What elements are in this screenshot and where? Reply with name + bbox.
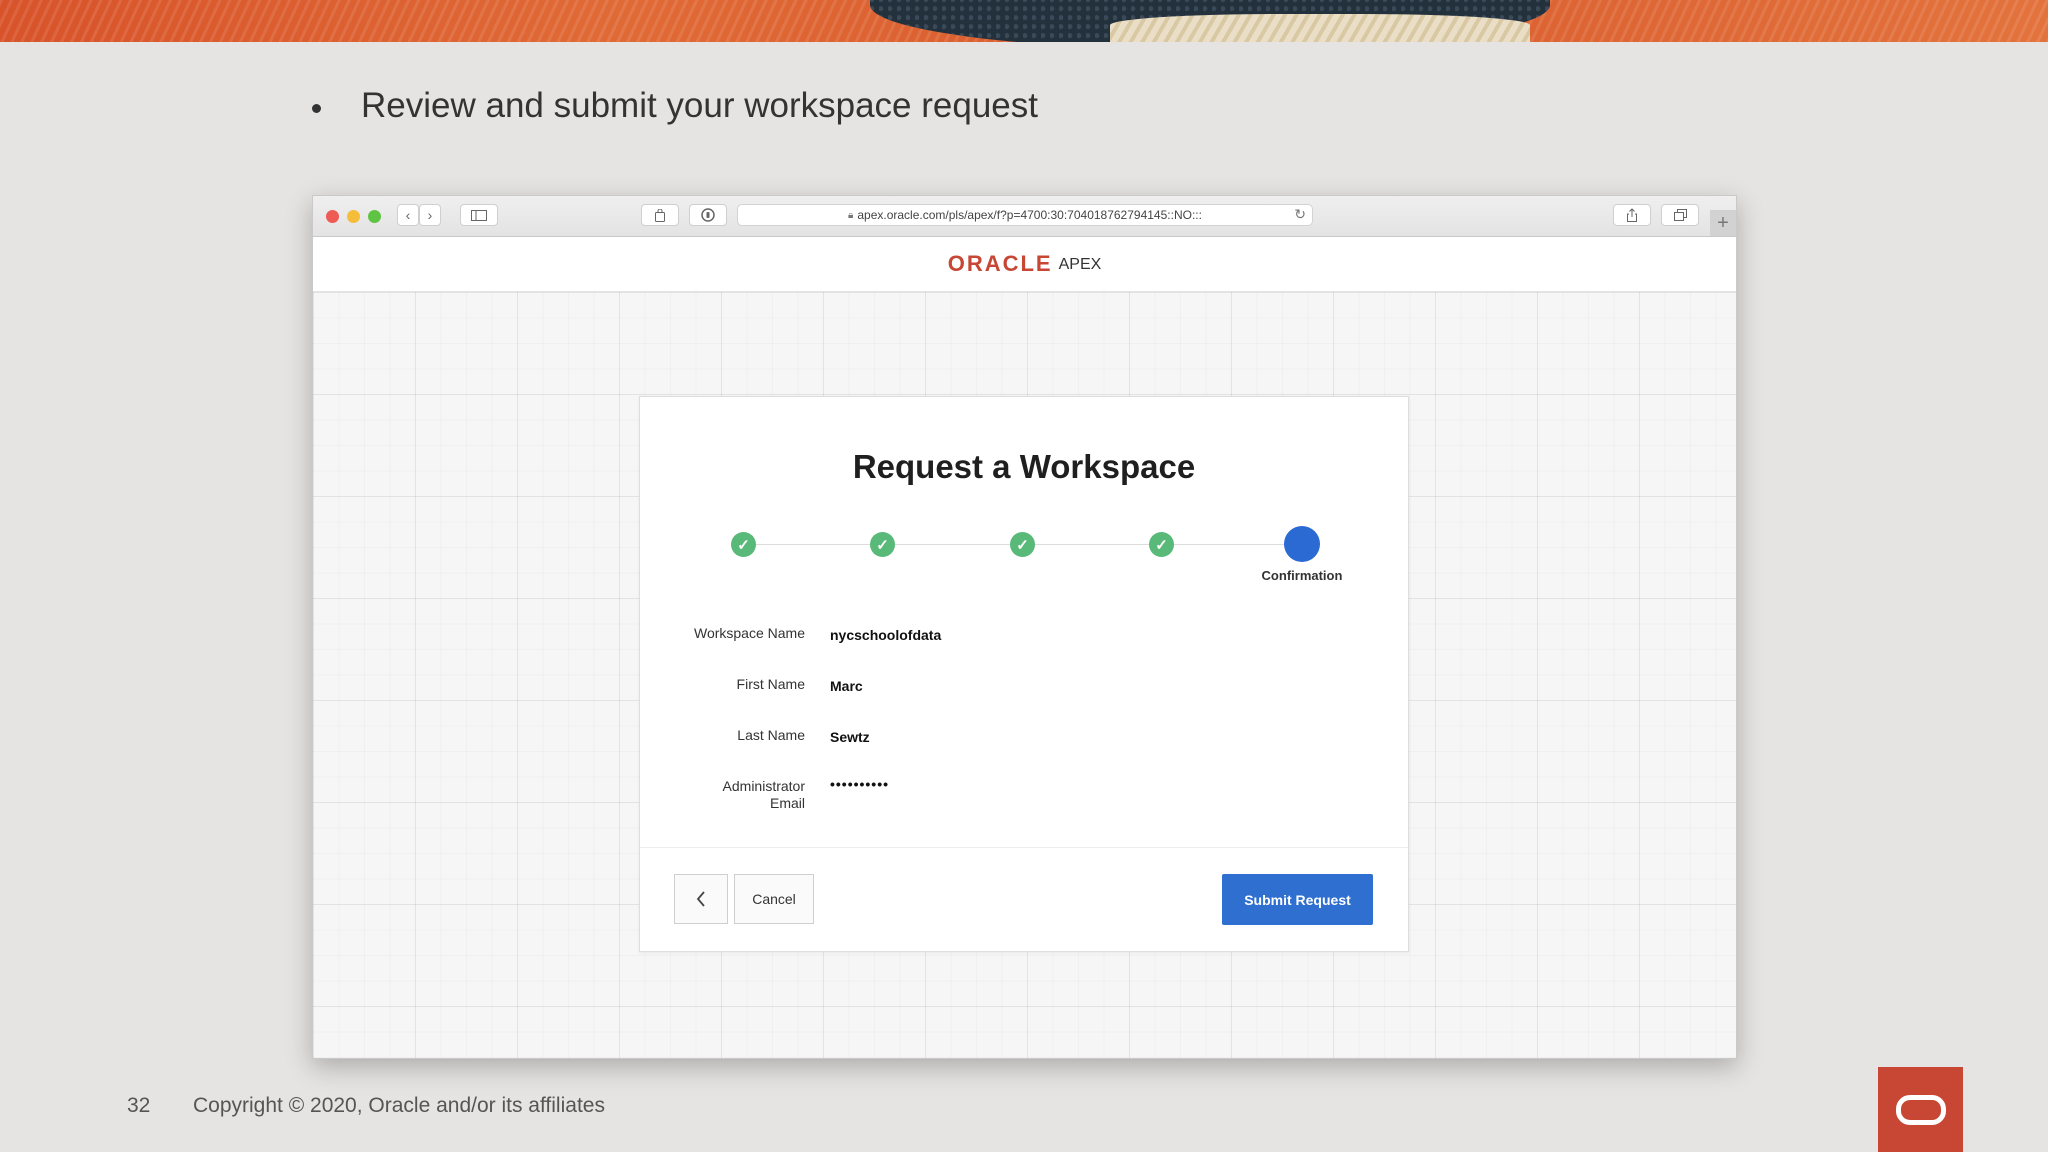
wizard-step-5-current: [1284, 526, 1320, 562]
admin-email-label-line2: Email: [769, 795, 805, 811]
sidebar-icon[interactable]: [460, 204, 498, 226]
checkmark-icon: ✓: [1155, 536, 1168, 554]
first-name-label: First Name: [736, 676, 805, 692]
submit-request-button[interactable]: Submit Request: [1222, 874, 1373, 925]
forward-icon[interactable]: ›: [419, 204, 441, 226]
maximize-window-icon[interactable]: [368, 210, 381, 223]
wizard-step-4-complete: ✓: [1149, 532, 1174, 557]
tabs-icon[interactable]: [1661, 204, 1699, 226]
first-name-value: Marc: [830, 678, 863, 694]
slide-page-number: 32: [127, 1094, 151, 1117]
close-window-icon[interactable]: [326, 210, 339, 223]
address-bar[interactable]: 🔒︎ apex.oracle.com/pls/apex/f?p=4700:30:…: [737, 204, 1313, 226]
slide-bullet: Review and submit your workspace request: [312, 86, 1038, 126]
workspace-name-label: Workspace Name: [693, 625, 805, 641]
new-tab-icon[interactable]: +: [1710, 210, 1736, 236]
oracle-badge-logo: [1878, 1067, 1963, 1152]
admin-email-label-line1: Administrator: [722, 778, 805, 794]
wizard-step-3-complete: ✓: [1010, 532, 1035, 557]
share-icon[interactable]: [1613, 204, 1651, 226]
cancel-button[interactable]: Cancel: [734, 874, 814, 924]
back-icon[interactable]: ‹: [397, 204, 419, 226]
slide-bullet-text: Review and submit your workspace request: [361, 86, 1038, 125]
previous-step-button[interactable]: [674, 874, 728, 924]
chevron-left-icon: [696, 891, 705, 907]
checkmark-icon: ✓: [876, 536, 889, 554]
lock-icon: 🔒︎: [848, 209, 854, 221]
checkmark-icon: ✓: [1016, 536, 1029, 554]
slide-copyright: Copyright © 2020, Oracle and/or its affi…: [193, 1094, 605, 1117]
slide-header-banner: [0, 0, 2048, 42]
reader-icon[interactable]: [641, 204, 679, 226]
browser-toolbar: ‹ › 🔒︎ apex.oracle.com/pls/apex/f?p=4700…: [313, 196, 1736, 237]
last-name-value: Sewtz: [830, 729, 870, 745]
oracle-logo[interactable]: ORACLE: [948, 251, 1053, 277]
address-bar-url: apex.oracle.com/pls/apex/f?p=4700:30:704…: [857, 208, 1202, 222]
dialog-title: Request a Workspace: [852, 448, 1196, 485]
admin-email-label: Administrator Email: [640, 778, 805, 812]
wizard-step-1-complete: ✓: [731, 532, 756, 557]
banner-artwork-stripes: [1110, 14, 1530, 42]
request-workspace-dialog: Request a Workspace ✓ ✓ ✓ ✓ Confirmation…: [639, 396, 1409, 952]
oracle-ring-icon: [1895, 1094, 1946, 1125]
wizard-step-2-complete: ✓: [870, 532, 895, 557]
wizard-step-label: Confirmation: [1261, 568, 1343, 583]
reload-icon[interactable]: ↻: [1294, 206, 1306, 223]
minimize-window-icon[interactable]: [347, 210, 360, 223]
dialog-footer-divider: [640, 847, 1408, 848]
workspace-name-value: nycschoolofdata: [830, 627, 942, 643]
privacy-icon[interactable]: [689, 204, 727, 226]
last-name-label: Last Name: [737, 727, 805, 743]
apex-product-name: APEX: [1058, 256, 1102, 273]
apex-header: ORACLE APEX: [313, 237, 1736, 292]
bullet-icon: [312, 103, 321, 113]
checkmark-icon: ✓: [737, 536, 750, 554]
admin-email-value: ••••••••••: [830, 776, 890, 792]
